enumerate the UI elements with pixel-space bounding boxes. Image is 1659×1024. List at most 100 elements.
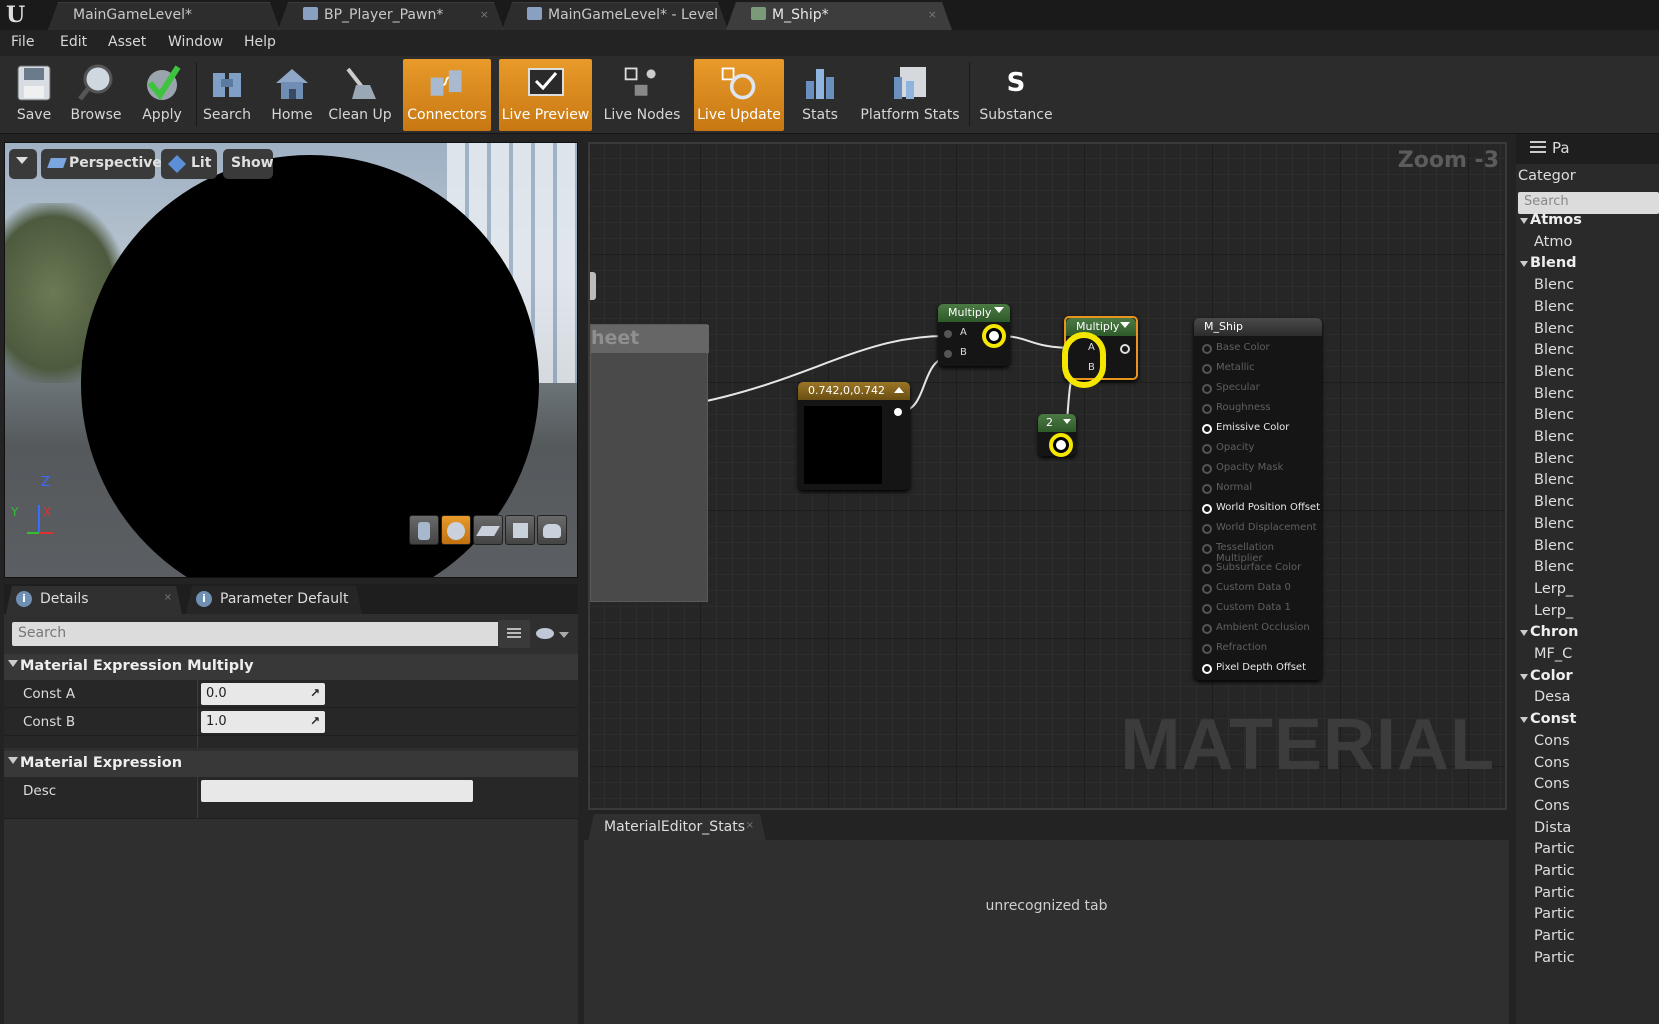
close-icon[interactable]: ×: [480, 8, 489, 21]
menu-asset[interactable]: Asset: [108, 34, 146, 50]
output-pin[interactable]: [894, 408, 902, 416]
show-button[interactable]: Show: [223, 149, 274, 179]
palette-item[interactable]: Blenc: [1516, 277, 1659, 299]
palette-item[interactable]: Partic: [1516, 928, 1659, 950]
material-input-pin[interactable]: Opacity: [1201, 442, 1254, 454]
input-pin-a[interactable]: [944, 330, 952, 338]
palette-item[interactable]: Blenc: [1516, 299, 1659, 321]
close-icon[interactable]: ×: [746, 820, 754, 831]
palette-item[interactable]: Cons: [1516, 733, 1659, 755]
material-input-pin[interactable]: Opacity Mask: [1201, 462, 1283, 474]
material-input-pin[interactable]: Custom Data 0: [1202, 582, 1291, 594]
palette-category[interactable]: Atmos: [1516, 212, 1659, 234]
palette-item[interactable]: Cons: [1516, 798, 1659, 820]
material-input-pin[interactable]: Refraction: [1201, 642, 1267, 654]
material-input-pin[interactable]: Subsurface Color: [1201, 562, 1301, 574]
lit-button[interactable]: Lit: [161, 149, 217, 179]
palette-item[interactable]: Desa: [1516, 689, 1659, 711]
section-material-expression-multiply[interactable]: Material Expression Multiply: [4, 654, 578, 680]
palette-item[interactable]: Partic: [1516, 906, 1659, 928]
constant3-vector-node[interactable]: 0.742,0,0.742: [798, 382, 910, 490]
palette-item[interactable]: Blenc: [1516, 429, 1659, 451]
material-input-pin[interactable]: Ambient Occlusion: [1202, 622, 1310, 634]
palette-item[interactable]: Blenc: [1516, 472, 1659, 494]
material-input-pin[interactable]: World Displacement: [1202, 522, 1317, 534]
material-input-pin[interactable]: Base Color: [1202, 342, 1270, 354]
menu-edit[interactable]: Edit: [60, 34, 87, 50]
palette-item[interactable]: Partic: [1516, 841, 1659, 863]
clean-up-button[interactable]: Clean Up: [327, 59, 393, 131]
tab-m-ship[interactable]: M_Ship* ×: [726, 2, 952, 30]
live-update-button[interactable]: Live Update: [694, 59, 784, 131]
material-input-pin[interactable]: Custom Data 1: [1202, 602, 1291, 614]
preview-plane-button[interactable]: [473, 515, 503, 545]
comment-box[interactable]: heet: [590, 324, 709, 602]
palette-item[interactable]: Partic: [1516, 885, 1659, 907]
palette-category[interactable]: Chron: [1516, 624, 1659, 646]
palette-search-input[interactable]: Search: [1518, 192, 1659, 214]
close-icon[interactable]: ×: [704, 8, 713, 21]
palette-item[interactable]: Blenc: [1516, 559, 1659, 581]
tab-main-game-level-level[interactable]: MainGameLevel* - Level ×: [502, 2, 728, 30]
material-input-pin[interactable]: Metallic: [1202, 362, 1255, 374]
preview-sphere-button[interactable]: [441, 515, 471, 545]
const-a-input[interactable]: 0.0 ↗: [201, 683, 325, 705]
menu-file[interactable]: File: [11, 34, 34, 50]
palette-item[interactable]: Cons: [1516, 755, 1659, 777]
palette-category[interactable]: Const: [1516, 711, 1659, 733]
visibility-options-button[interactable]: [536, 624, 572, 644]
material-result-node[interactable]: M_Ship Base Color Metallic Specular Roughne…: [1194, 318, 1322, 680]
palette-item[interactable]: Cons: [1516, 776, 1659, 798]
home-button[interactable]: Home: [264, 59, 320, 131]
tab-material-editor-stats[interactable]: MaterialEditor_Stats ×: [588, 814, 766, 842]
section-material-expression[interactable]: Material Expression: [4, 751, 578, 777]
save-button[interactable]: Save: [5, 59, 63, 131]
palette-item[interactable]: Partic: [1516, 950, 1659, 972]
menu-help[interactable]: Help: [244, 34, 276, 50]
constant-output-highlight[interactable]: [1049, 433, 1073, 457]
live-nodes-button[interactable]: Live Nodes: [598, 59, 686, 131]
palette-item[interactable]: Blenc: [1516, 494, 1659, 516]
palette-item[interactable]: MF_C: [1516, 646, 1659, 668]
preview-viewport[interactable]: Perspective Lit Show Z Y X: [4, 142, 578, 578]
material-input-pin[interactable]: Specular: [1202, 382, 1260, 394]
apply-button[interactable]: Apply: [132, 59, 192, 131]
palette-item[interactable]: Atmo: [1516, 234, 1659, 256]
palette-category[interactable]: Blend: [1516, 255, 1659, 277]
close-icon[interactable]: ×: [164, 592, 172, 603]
palette-item[interactable]: Blenc: [1516, 451, 1659, 473]
close-icon[interactable]: ×: [928, 8, 937, 21]
live-preview-button[interactable]: Live Preview: [499, 59, 592, 131]
material-input-pin[interactable]: Pixel Depth Offset: [1202, 662, 1306, 674]
multiply-1-output-highlight[interactable]: [982, 324, 1006, 348]
desc-input[interactable]: [201, 780, 473, 802]
palette-tab[interactable]: Pa: [1516, 134, 1659, 164]
palette-item[interactable]: Blenc: [1516, 407, 1659, 429]
material-input-pin[interactable]: Emissive Color: [1201, 422, 1289, 434]
palette-category[interactable]: Color: [1516, 668, 1659, 690]
material-input-pin[interactable]: Tessellation Multiplier: [1202, 542, 1322, 564]
material-input-pin[interactable]: World Position Offset: [1202, 502, 1320, 514]
search-button[interactable]: Search: [199, 59, 255, 131]
palette-item[interactable]: Blenc: [1516, 342, 1659, 364]
details-search-input[interactable]: Search: [12, 622, 520, 646]
palette-item[interactable]: Lerp_: [1516, 603, 1659, 625]
palette-item[interactable]: Blenc: [1516, 516, 1659, 538]
connectors-button[interactable]: Connectors: [403, 59, 491, 131]
palette-item[interactable]: Blenc: [1516, 538, 1659, 560]
palette-item[interactable]: Blenc: [1516, 321, 1659, 343]
tab-details[interactable]: i Details ×: [6, 586, 182, 614]
preview-cylinder-button[interactable]: [409, 515, 439, 545]
substance-button[interactable]: S Substance: [974, 59, 1058, 131]
input-pin-b[interactable]: [944, 350, 952, 358]
tab-bp-player-pawn[interactable]: BP_Player_Pawn* ×: [278, 2, 504, 30]
material-input-pin[interactable]: Normal: [1201, 482, 1252, 494]
palette-item[interactable]: Blenc: [1516, 386, 1659, 408]
browse-button[interactable]: Browse: [66, 59, 126, 131]
const-b-input[interactable]: 1.0 ↗: [201, 711, 325, 733]
collapsed-node-edge[interactable]: [590, 272, 596, 300]
menu-window[interactable]: Window: [168, 34, 223, 50]
material-graph-canvas[interactable]: Zoom -3 MATERIAL heet Multiply A B 0.742…: [588, 142, 1507, 810]
preview-cube-button[interactable]: [505, 515, 535, 545]
palette-item[interactable]: Partic: [1516, 863, 1659, 885]
